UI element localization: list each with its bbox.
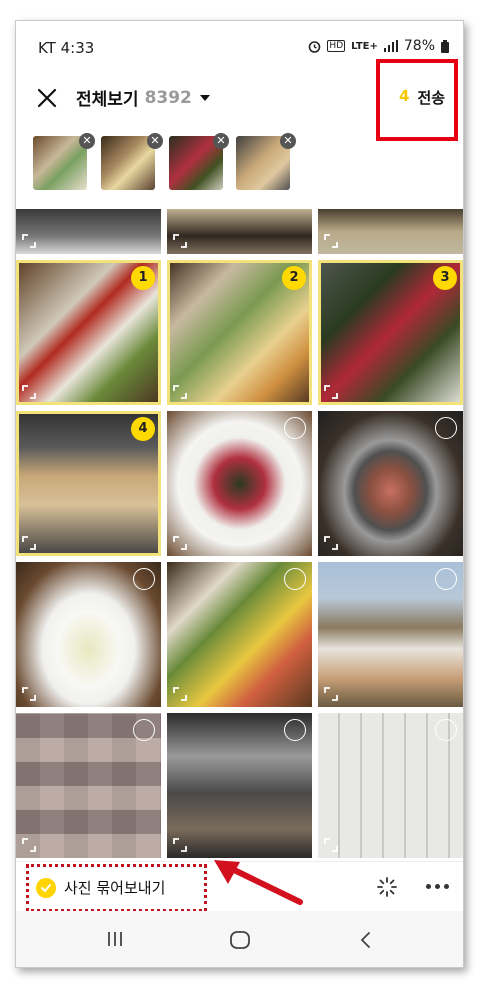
send-count: 4 [399, 87, 410, 105]
select-circle[interactable] [133, 719, 155, 741]
photo-cell[interactable] [167, 562, 312, 707]
selection-badge: 4 [131, 417, 155, 441]
bundle-send-label: 사진 묶어보내기 [64, 879, 166, 897]
photo-cell[interactable]: 1 [16, 260, 161, 405]
select-circle[interactable] [133, 568, 155, 590]
battery-percent: 78% [403, 38, 435, 54]
remove-icon[interactable]: ✕ [147, 133, 163, 149]
remove-icon[interactable]: ✕ [280, 133, 296, 149]
photo-cell[interactable] [16, 562, 161, 707]
remove-icon[interactable]: ✕ [213, 133, 229, 149]
signal-icon [383, 40, 398, 52]
expand-icon[interactable] [324, 234, 338, 248]
photo-cell[interactable] [318, 209, 463, 254]
select-circle[interactable] [284, 568, 306, 590]
back-icon[interactable] [358, 930, 372, 950]
header: 전체보기 8392 4 전송 [16, 59, 463, 141]
expand-icon[interactable] [22, 687, 36, 701]
select-circle[interactable] [284, 719, 306, 741]
carrier-time: KT 4:33 [38, 39, 95, 57]
hd-label: HD [327, 40, 346, 52]
alarm-icon [309, 40, 321, 53]
photo-cell[interactable] [167, 209, 312, 254]
annotation-arrow-icon [214, 860, 303, 905]
select-circle[interactable] [435, 417, 457, 439]
selection-badge: 3 [433, 266, 457, 290]
album-selector[interactable]: 전체보기 8392 [76, 85, 210, 110]
status-icons: HD LTE+ 78% [308, 38, 449, 54]
expand-icon[interactable] [324, 687, 338, 701]
photo-cell[interactable]: 2 [167, 260, 312, 405]
close-icon[interactable] [34, 85, 60, 111]
chevron-down-icon [199, 94, 210, 101]
selection-badge: 2 [282, 266, 306, 290]
remove-icon[interactable]: ✕ [79, 133, 95, 149]
photo-cell[interactable] [16, 209, 161, 254]
phone-screen: KT 4:33 HD LTE+ 78% 전체보기 8392 4 전송 ✕ ✕ ✕ [15, 20, 464, 968]
system-nav-bar [16, 911, 463, 967]
check-icon [36, 877, 56, 898]
battery-icon [441, 39, 449, 53]
expand-icon[interactable] [324, 536, 338, 550]
photo-cell[interactable] [318, 562, 463, 707]
expand-icon[interactable] [173, 687, 187, 701]
expand-icon[interactable] [173, 838, 187, 852]
expand-icon[interactable] [324, 838, 338, 852]
photo-cell[interactable]: 4 [16, 411, 161, 556]
bundle-send-toggle[interactable]: 사진 묶어보내기 [36, 877, 165, 898]
expand-icon[interactable] [22, 234, 36, 248]
photo-cell[interactable] [167, 713, 312, 858]
photo-cell[interactable] [318, 411, 463, 556]
expand-icon[interactable] [324, 385, 338, 399]
home-icon[interactable] [229, 930, 251, 950]
more-options-icon[interactable] [426, 884, 449, 889]
selected-photos-strip: ✕ ✕ ✕ ✕ [16, 133, 463, 205]
sparkle-icon[interactable] [376, 876, 398, 898]
recent-apps-icon[interactable] [106, 930, 124, 948]
send-label: 전송 [417, 89, 446, 107]
expand-icon[interactable] [22, 385, 36, 399]
expand-icon[interactable] [173, 536, 187, 550]
album-count: 8392 [144, 87, 192, 108]
expand-icon[interactable] [173, 385, 187, 399]
photo-grid: 1 2 3 4 [16, 209, 463, 861]
album-title: 전체보기 [76, 90, 139, 110]
photo-cell[interactable] [16, 713, 161, 858]
expand-icon[interactable] [22, 838, 36, 852]
expand-icon[interactable] [22, 536, 36, 550]
expand-icon[interactable] [173, 234, 187, 248]
select-circle[interactable] [435, 568, 457, 590]
photo-cell[interactable]: 3 [318, 260, 463, 405]
network-label: LTE+ [351, 40, 378, 52]
select-circle[interactable] [435, 719, 457, 741]
send-button[interactable]: 4 전송 [399, 87, 445, 108]
selection-badge: 1 [131, 266, 155, 290]
photo-cell[interactable] [167, 411, 312, 556]
select-circle[interactable] [284, 417, 306, 439]
photo-cell[interactable] [318, 713, 463, 858]
